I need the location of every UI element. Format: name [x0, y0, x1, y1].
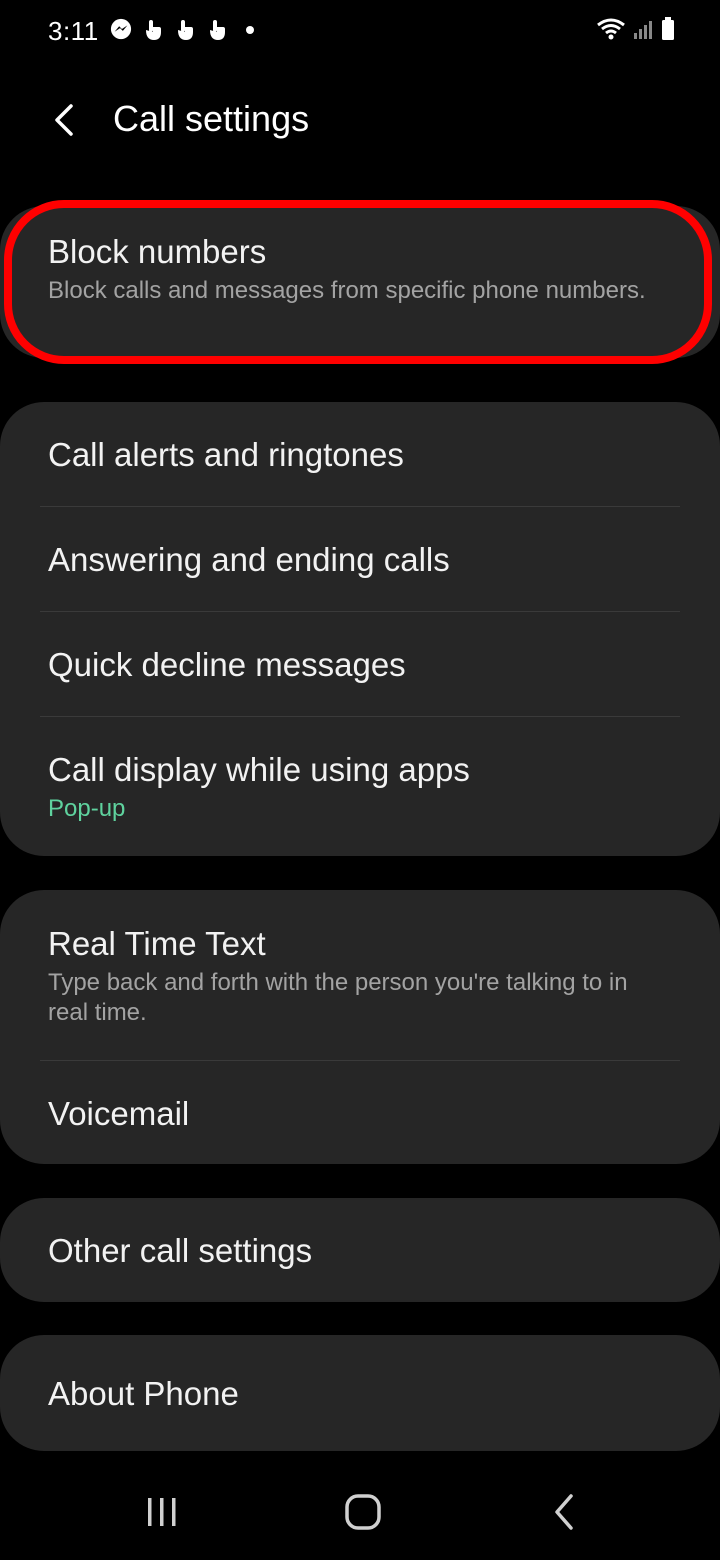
setting-about-phone[interactable]: About Phone — [0, 1335, 720, 1451]
settings-group-other: Other call settings — [0, 1198, 720, 1302]
signal-icon — [632, 17, 654, 46]
setting-title: Call alerts and ringtones — [48, 436, 404, 473]
setting-answering-ending[interactable]: Answering and ending calls — [0, 507, 720, 611]
setting-quick-decline[interactable]: Quick decline messages — [0, 612, 720, 716]
settings-group-block: Block numbers Block calls and messages f… — [0, 206, 720, 358]
dot-icon — [238, 18, 262, 42]
setting-call-display[interactable]: Call display while using apps Pop-up — [0, 717, 720, 855]
back-icon — [555, 1494, 573, 1530]
setting-call-alerts[interactable]: Call alerts and ringtones — [0, 402, 720, 506]
touch-icon — [206, 18, 230, 42]
navigation-bar — [0, 1470, 720, 1560]
battery-icon — [660, 16, 676, 47]
setting-title: About Phone — [48, 1375, 239, 1412]
setting-other-call[interactable]: Other call settings — [0, 1198, 720, 1302]
wifi-icon — [596, 17, 626, 46]
status-bar: 3:11 — [0, 0, 720, 64]
messenger-icon — [110, 18, 134, 42]
recents-icon — [148, 1498, 176, 1526]
system-icons — [596, 16, 676, 47]
setting-real-time-text[interactable]: Real Time Text Type back and forth with … — [0, 890, 720, 1060]
touch-icon — [142, 18, 166, 42]
setting-title: Answering and ending calls — [48, 541, 450, 578]
nav-back-button[interactable] — [535, 1488, 595, 1536]
home-icon — [345, 1494, 381, 1530]
setting-title: Quick decline messages — [48, 646, 406, 683]
setting-value: Pop-up — [48, 795, 126, 822]
setting-subtitle: Block calls and messages from specific p… — [48, 277, 646, 304]
notification-icons — [110, 18, 262, 42]
chevron-left-icon — [55, 104, 73, 136]
home-button[interactable] — [333, 1488, 393, 1536]
setting-title: Other call settings — [48, 1232, 313, 1269]
setting-title: Real Time Text — [48, 925, 266, 962]
setting-title: Call display while using apps — [48, 751, 470, 788]
page-title: Call settings — [113, 98, 310, 139]
touch-icon — [174, 18, 198, 42]
setting-title: Block numbers — [48, 233, 267, 270]
setting-block-numbers[interactable]: Block numbers Block calls and messages f… — [0, 206, 720, 306]
status-time: 3:11 — [48, 16, 99, 46]
settings-group-rtt: Real Time Text Type back and forth with … — [0, 890, 720, 1164]
setting-voicemail[interactable]: Voicemail — [0, 1061, 720, 1164]
recents-button[interactable] — [132, 1488, 192, 1536]
app-header: Call settings — [0, 84, 720, 164]
setting-subtitle: Type back and forth with the person you'… — [48, 969, 628, 1026]
settings-group-call: Call alerts and ringtones Answering and … — [0, 402, 720, 856]
setting-title: Voicemail — [48, 1095, 190, 1132]
settings-group-about: About Phone — [0, 1335, 720, 1451]
back-button[interactable] — [34, 90, 94, 150]
